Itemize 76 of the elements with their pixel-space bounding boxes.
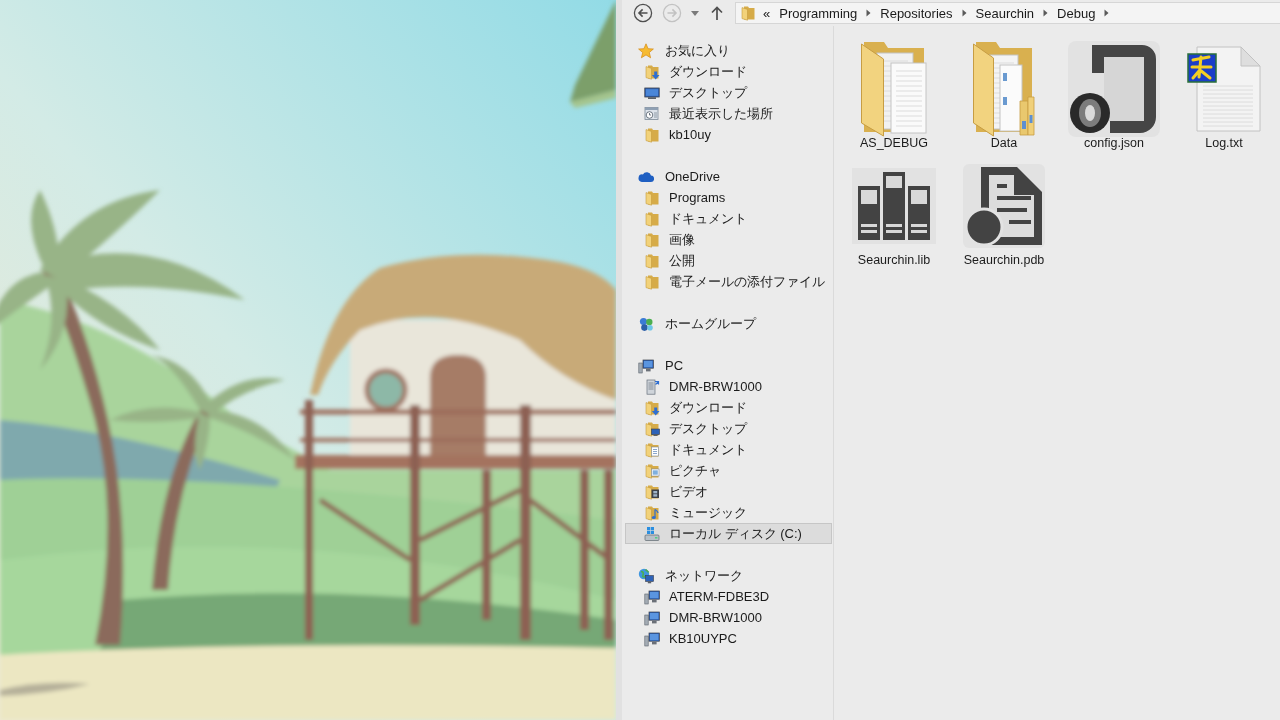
file-item[interactable]: config.json	[1060, 40, 1168, 155]
computer-icon	[638, 357, 654, 374]
computer-icon	[644, 609, 660, 626]
nav-tree-item[interactable]: ネットワーク	[625, 565, 832, 586]
nav-tree-item[interactable]: kb10uy	[625, 124, 832, 145]
media-device-icon	[644, 378, 660, 395]
colored-spheres-icon	[638, 315, 654, 332]
star-icon	[638, 42, 654, 59]
nav-tree-item[interactable]: 画像	[625, 229, 832, 250]
nav-tree-item[interactable]: ダウンロード	[625, 61, 832, 82]
file-item[interactable]: Seaurchin.pdb	[950, 157, 1058, 272]
nav-tree-item[interactable]: 電子メールの添付ファイル	[625, 271, 832, 292]
caret-right-icon[interactable]	[866, 9, 872, 17]
nav-tree-item[interactable]: お気に入り	[625, 40, 832, 61]
film-folder-icon	[644, 483, 660, 500]
caret-right-icon[interactable]	[1043, 9, 1049, 17]
arrow-up-icon	[711, 6, 723, 20]
nav-tree-item[interactable]: ATERM-FDBE3D	[625, 586, 832, 607]
nav-tree-item[interactable]: ドキュメント	[625, 439, 832, 460]
json-file-icon	[1068, 40, 1160, 137]
folder-icon	[644, 273, 660, 290]
nav-tree-item[interactable]: ピクチャ	[625, 460, 832, 481]
download-folder-icon	[644, 63, 660, 80]
folder-icon	[644, 210, 660, 227]
folder-icon	[860, 40, 928, 137]
folder-item[interactable]: AS_DEBUG	[840, 40, 948, 155]
breadcrumb-button[interactable]: Seaurchin	[975, 5, 1035, 21]
breadcrumb-overflow-button[interactable]: «	[763, 5, 771, 21]
picture-folder-icon	[644, 462, 660, 479]
breadcrumb-button[interactable]: Programming	[779, 5, 858, 21]
circle-arrow-left-icon	[633, 3, 653, 23]
folder-icon	[644, 126, 660, 143]
text-file-icon	[1187, 45, 1261, 132]
caret-down-icon	[691, 10, 699, 16]
folder-icon	[972, 40, 1036, 137]
nav-tree-item[interactable]: デスクトップ	[625, 418, 832, 439]
nav-tree-item[interactable]: DMR-BRW1000	[625, 607, 832, 628]
file-item[interactable]: Log.txt	[1170, 40, 1278, 155]
nav-tree-item[interactable]: DMR-BRW1000	[625, 376, 832, 397]
computer-icon	[644, 630, 660, 647]
folder-icon	[644, 231, 660, 248]
music-folder-icon	[644, 504, 660, 521]
desktop-folder-icon	[644, 420, 660, 437]
document-folder-icon	[644, 441, 660, 458]
nav-tree-item[interactable]: OneDrive	[625, 166, 832, 187]
nav-tree-item[interactable]: ホームグループ	[625, 313, 832, 334]
back-button[interactable]	[631, 2, 655, 24]
monitor-icon	[644, 84, 660, 101]
books-icon	[852, 167, 936, 244]
file-item[interactable]: Seaurchin.lib	[840, 157, 948, 272]
drive-icon	[644, 525, 660, 542]
folder-icon	[644, 189, 660, 206]
breadcrumb-button[interactable]: Debug	[1057, 5, 1096, 21]
folder-icon	[644, 252, 660, 269]
nav-tree-item[interactable]: ビデオ	[625, 481, 832, 502]
download-folder-icon	[644, 399, 660, 416]
address-field[interactable]: « Programming Repositories Seaurchin Debug	[735, 2, 1280, 24]
window-clock-icon	[644, 105, 660, 122]
nav-tree-item[interactable]: デスクトップ	[625, 82, 832, 103]
breadcrumb-button[interactable]: Repositories	[880, 5, 953, 21]
nav-tree-item[interactable]: ミュージック	[625, 502, 832, 523]
nav-tree-item[interactable]: ドキュメント	[625, 208, 832, 229]
nav-tree-item[interactable]: 最近表示した場所	[625, 103, 832, 124]
caret-right-icon[interactable]	[961, 9, 967, 17]
nav-tree-item[interactable]: PC	[625, 355, 832, 376]
nav-tree-item[interactable]: ローカル ディスク (C:)	[625, 523, 832, 544]
folder-item[interactable]: Data	[950, 40, 1058, 155]
globe-computer-icon	[638, 567, 654, 584]
folder-icon	[740, 5, 756, 21]
nav-tree-item[interactable]: KB10UYPC	[625, 628, 832, 649]
caret-right-icon[interactable]	[1104, 9, 1110, 17]
computer-icon	[644, 588, 660, 605]
circle-arrow-right-icon	[662, 3, 682, 23]
nav-tree-item[interactable]: ダウンロード	[625, 397, 832, 418]
nav-tree-item[interactable]: Programs	[625, 187, 832, 208]
nav-tree-item[interactable]: 公開	[625, 250, 832, 271]
